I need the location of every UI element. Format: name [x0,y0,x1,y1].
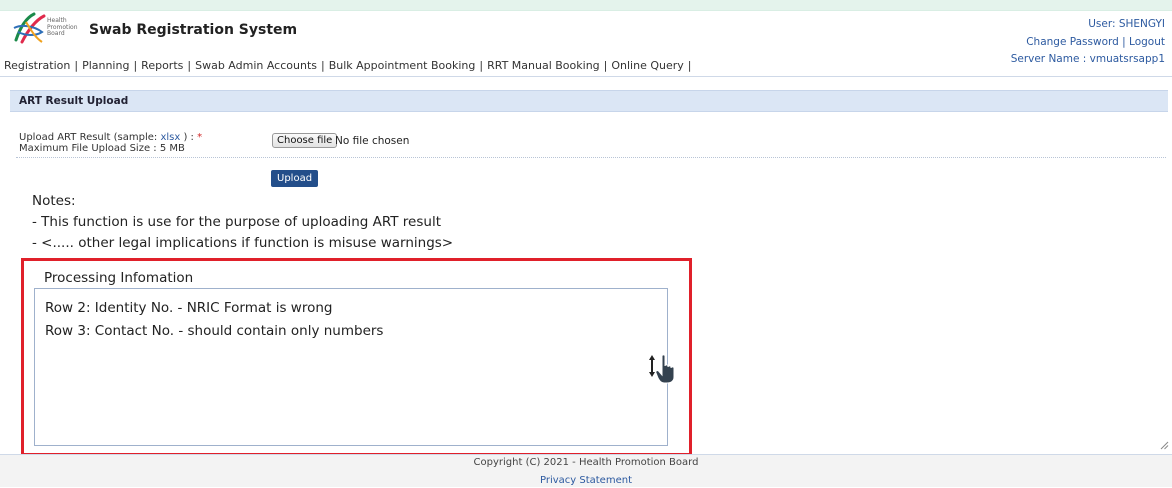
processing-line: Row 2: Identity No. - NRIC Format is wro… [45,300,333,316]
notes-title: Notes: [32,193,76,209]
menu-separator: | [187,59,192,72]
section-header: ART Result Upload [10,90,1168,112]
copyright-text: Copyright (C) 2021 - Health Promotion Bo… [473,457,699,468]
menu-item-registration[interactable]: Registration [4,59,70,72]
menu-item-bulk-appointment-booking[interactable]: Bulk Appointment Booking [329,59,476,72]
menu-item-online-query[interactable]: Online Query [611,59,683,72]
sample-xlsx-link[interactable]: xlsx [160,132,180,143]
no-file-text: No file chosen [335,135,410,147]
processing-highlight-box: Processing Infomation Row 2: Identity No… [21,258,692,456]
notes: Notes: - This function is use for the pu… [32,191,453,254]
change-password-link[interactable]: Change Password [1026,36,1119,48]
menu-item-planning[interactable]: Planning [82,59,129,72]
max-size-text: Maximum File Upload Size : 5 MB [19,143,185,154]
section-title: ART Result Upload [19,95,129,107]
processing-title: Processing Infomation [44,270,194,286]
menu-item-reports[interactable]: Reports [141,59,183,72]
hand-pointer-icon [655,354,675,384]
dotted-divider [16,157,1166,158]
menu-separator: | [133,59,138,72]
upload-label: Upload ART Result (sample: xlsx ) : * Ma… [19,132,203,154]
processing-textarea[interactable]: Row 2: Identity No. - NRIC Format is wro… [34,288,668,446]
server-name: Server Name : vmuatsrsapp1 [1010,53,1165,65]
main-menu: Registration | Planning | Reports | Swab Admin… [4,59,696,72]
menu-separator: | [321,59,325,72]
textarea-resize-grip-icon[interactable] [1160,441,1169,450]
menu-divider [0,76,1172,77]
notes-line: - <..... other legal implications if fun… [32,235,454,251]
menu-item-swab-admin-accounts[interactable]: Swab Admin Accounts [195,59,317,72]
menu-item-rrt-manual-booking[interactable]: RRT Manual Booking [487,59,600,72]
app-title: Swab Registration System [89,22,298,38]
upload-button[interactable]: Upload [271,170,319,187]
choose-file-button[interactable]: Choose file [272,133,338,148]
user-name: User: SHENGYI [1088,18,1165,30]
menu-separator: | [74,59,79,72]
resize-updown-icon [649,354,675,384]
menu-separator: | [479,59,484,72]
logout-link[interactable]: Logout [1129,36,1165,48]
required-mark: * [197,132,203,143]
menu-separator: | [687,59,692,72]
privacy-statement-link[interactable]: Privacy Statement [0,475,1172,486]
notes-line: - This function is use for the purpose o… [32,214,441,230]
menu-separator: | [603,59,608,72]
header-separator: | [1122,36,1126,48]
user-block: User: SHENGYI Change Password | Logout [1026,15,1165,51]
processing-line: Row 3: Contact No. - should contain only… [45,323,384,339]
logo-text: Health Promotion Board [47,17,78,37]
